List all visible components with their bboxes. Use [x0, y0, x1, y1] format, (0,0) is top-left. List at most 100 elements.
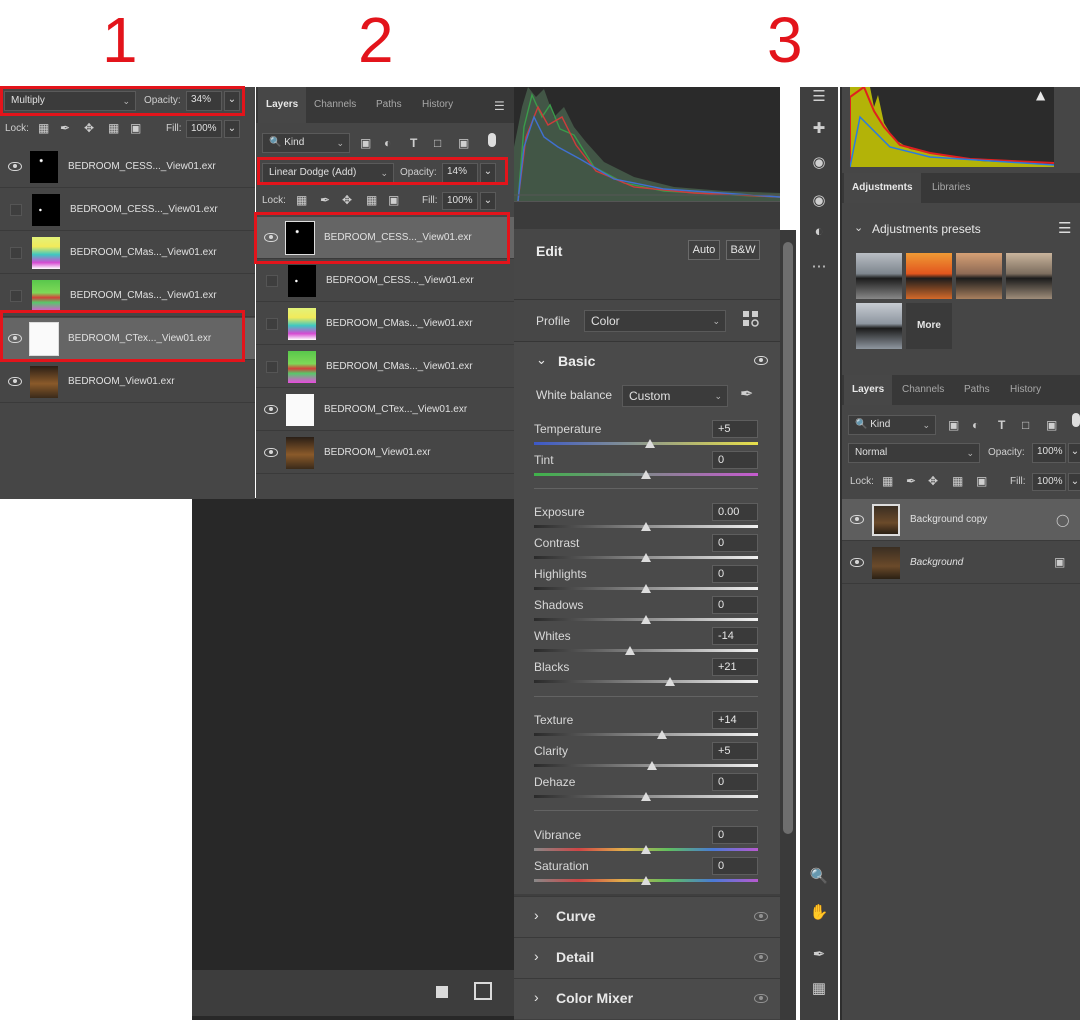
slider-value-input[interactable]: 0 — [712, 826, 758, 844]
slider-track[interactable] — [534, 733, 758, 736]
filter-shape-icon[interactable]: □ — [1022, 418, 1029, 432]
filter-kind-select[interactable]: 🔍 Kind ⌄ — [848, 415, 936, 435]
preset-thumb[interactable] — [956, 253, 1002, 299]
filter-pixel-icon[interactable]: ▣ — [948, 418, 959, 432]
visibility-eye-icon[interactable] — [850, 558, 864, 567]
visibility-eye-icon[interactable] — [8, 334, 22, 343]
visibility-toggle-empty[interactable] — [266, 274, 278, 287]
layer-row[interactable]: BEDROOM_CESS..._View01.exr — [0, 146, 255, 188]
preset-thumb[interactable] — [856, 253, 902, 299]
preset-thumb[interactable] — [1006, 253, 1052, 299]
slider-handle[interactable] — [656, 730, 667, 739]
preset-thumb[interactable] — [856, 303, 902, 349]
basic-title[interactable]: Basic — [558, 353, 595, 369]
visibility-eye-icon[interactable] — [8, 377, 22, 386]
presets-chevron-icon[interactable]: ⌄ — [854, 221, 863, 234]
filter-pixel-icon[interactable]: ▣ — [360, 136, 371, 150]
expand-chevron-icon[interactable]: › — [534, 907, 539, 923]
lock-artboard-icon[interactable]: ▦ — [108, 121, 119, 135]
lock-move-icon[interactable]: ✥ — [928, 474, 938, 488]
grid-overlay-icon[interactable]: ▦ — [807, 979, 831, 997]
fill-dropdown-icon[interactable]: ⌄ — [224, 120, 240, 138]
layer-row[interactable]: BEDROOM_View01.exr — [0, 361, 255, 403]
bw-button[interactable]: B&W — [726, 240, 760, 260]
slider-value-input[interactable]: 0 — [712, 596, 758, 614]
visibility-toggle-empty[interactable] — [266, 317, 278, 330]
lock-brush-icon[interactable]: ✒ — [320, 193, 330, 207]
slider-value-input[interactable]: +21 — [712, 658, 758, 676]
scrollbar-thumb[interactable] — [783, 242, 793, 834]
lock-transparent-icon[interactable]: ▦ — [296, 193, 307, 207]
section-visibility-eye-icon[interactable] — [754, 953, 768, 962]
tab-history[interactable]: History — [1002, 375, 1049, 405]
slider-handle[interactable] — [641, 845, 651, 854]
slider-value-input[interactable]: 0 — [712, 773, 758, 791]
fill-input[interactable]: 100% — [186, 120, 222, 138]
edit-sliders-icon[interactable]: ☰ — [807, 87, 831, 105]
lock-transparent-icon[interactable]: ▦ — [38, 121, 49, 135]
compare-view-icon[interactable] — [474, 982, 492, 1000]
visibility-toggle-empty[interactable] — [10, 289, 22, 302]
fill-dropdown-icon[interactable]: ⌄ — [1068, 473, 1080, 491]
blend-mode-select[interactable]: Normal ⌄ — [848, 443, 980, 463]
visibility-eye-icon[interactable] — [264, 233, 278, 242]
slider-track[interactable] — [534, 680, 758, 683]
presets-icon[interactable]: ◐ — [807, 223, 831, 240]
tab-paths[interactable]: Paths — [368, 87, 410, 123]
lock-artboard-icon[interactable]: ▦ — [952, 474, 963, 488]
tab-layers[interactable]: Layers — [844, 375, 893, 405]
lock-all-icon[interactable]: ▣ — [388, 193, 399, 207]
lock-all-icon[interactable]: ▣ — [130, 121, 141, 135]
slider-handle[interactable] — [641, 584, 651, 593]
lock-move-icon[interactable]: ✥ — [342, 193, 352, 207]
tab-adjustments[interactable]: Adjustments — [844, 173, 921, 203]
slider-handle[interactable] — [641, 876, 651, 885]
zoom-icon[interactable]: 🔍 — [807, 867, 831, 885]
more-options-icon[interactable]: ⋯ — [807, 257, 831, 275]
slider-value-input[interactable]: +5 — [712, 420, 758, 438]
slider-handle[interactable] — [641, 792, 651, 801]
eyedropper-icon[interactable]: ✒ — [740, 384, 753, 404]
layer-row[interactable]: Background ▣ — [842, 542, 1080, 584]
presets-list-icon[interactable]: ☰ — [1058, 219, 1071, 237]
slider-value-input[interactable]: +14 — [712, 711, 758, 729]
slider-handle[interactable] — [641, 522, 651, 531]
slider-handle[interactable] — [641, 553, 651, 562]
opacity-input[interactable]: 34% — [186, 91, 222, 111]
adjustments-presets-title[interactable]: Adjustments presets — [872, 222, 981, 236]
tab-history[interactable]: History — [414, 87, 461, 123]
filter-kind-select[interactable]: 🔍 Kind ⌄ — [262, 133, 350, 153]
layer-row[interactable]: BEDROOM_CESS..._View01.exr — [0, 189, 255, 231]
filter-shape-icon[interactable]: □ — [434, 136, 441, 150]
lock-artboard-icon[interactable]: ▦ — [366, 193, 377, 207]
layer-row[interactable]: BEDROOM_CTex..._View01.exr — [256, 389, 514, 431]
slider-value-input[interactable]: +5 — [712, 742, 758, 760]
layer-row[interactable]: BEDROOM_CMas..._View01.exr — [0, 232, 255, 274]
slider-track[interactable] — [534, 649, 758, 652]
blend-mode-select[interactable]: Multiply ⌄ — [4, 91, 136, 111]
lock-brush-icon[interactable]: ✒ — [906, 474, 916, 488]
healing-bandage-icon[interactable]: ✚ — [807, 119, 831, 137]
hand-icon[interactable]: ✋ — [807, 903, 831, 921]
scrollbar-track[interactable] — [780, 230, 796, 1020]
profile-browser-icon[interactable] — [742, 310, 760, 328]
visibility-eye-icon[interactable] — [264, 448, 278, 457]
tab-libraries[interactable]: Libraries — [924, 173, 978, 203]
slider-handle[interactable] — [645, 439, 656, 448]
filter-toggle-icon[interactable] — [488, 133, 496, 147]
filter-type-icon[interactable]: T — [410, 136, 417, 150]
basic-collapse-chevron-icon[interactable]: ⌄ — [536, 352, 547, 368]
filter-smartobject-icon[interactable]: ▣ — [1046, 418, 1057, 432]
section-visibility-eye-icon[interactable] — [754, 912, 768, 921]
blend-mode-select[interactable]: Linear Dodge (Add) ⌄ — [262, 163, 394, 183]
auto-button[interactable]: Auto — [688, 240, 720, 260]
layer-row[interactable]: BEDROOM_CESS..._View01.exr — [256, 217, 514, 259]
section-detail[interactable]: › Detail — [514, 937, 780, 978]
fill-dropdown-icon[interactable]: ⌄ — [480, 192, 496, 210]
opacity-input[interactable]: 100% — [1032, 443, 1066, 463]
slider-value-input[interactable]: -14 — [712, 627, 758, 645]
expand-chevron-icon[interactable]: › — [534, 989, 539, 1005]
tab-channels[interactable]: Channels — [894, 375, 952, 405]
filter-smartobject-icon[interactable]: ▣ — [458, 136, 469, 150]
slider-handle[interactable] — [641, 615, 651, 624]
